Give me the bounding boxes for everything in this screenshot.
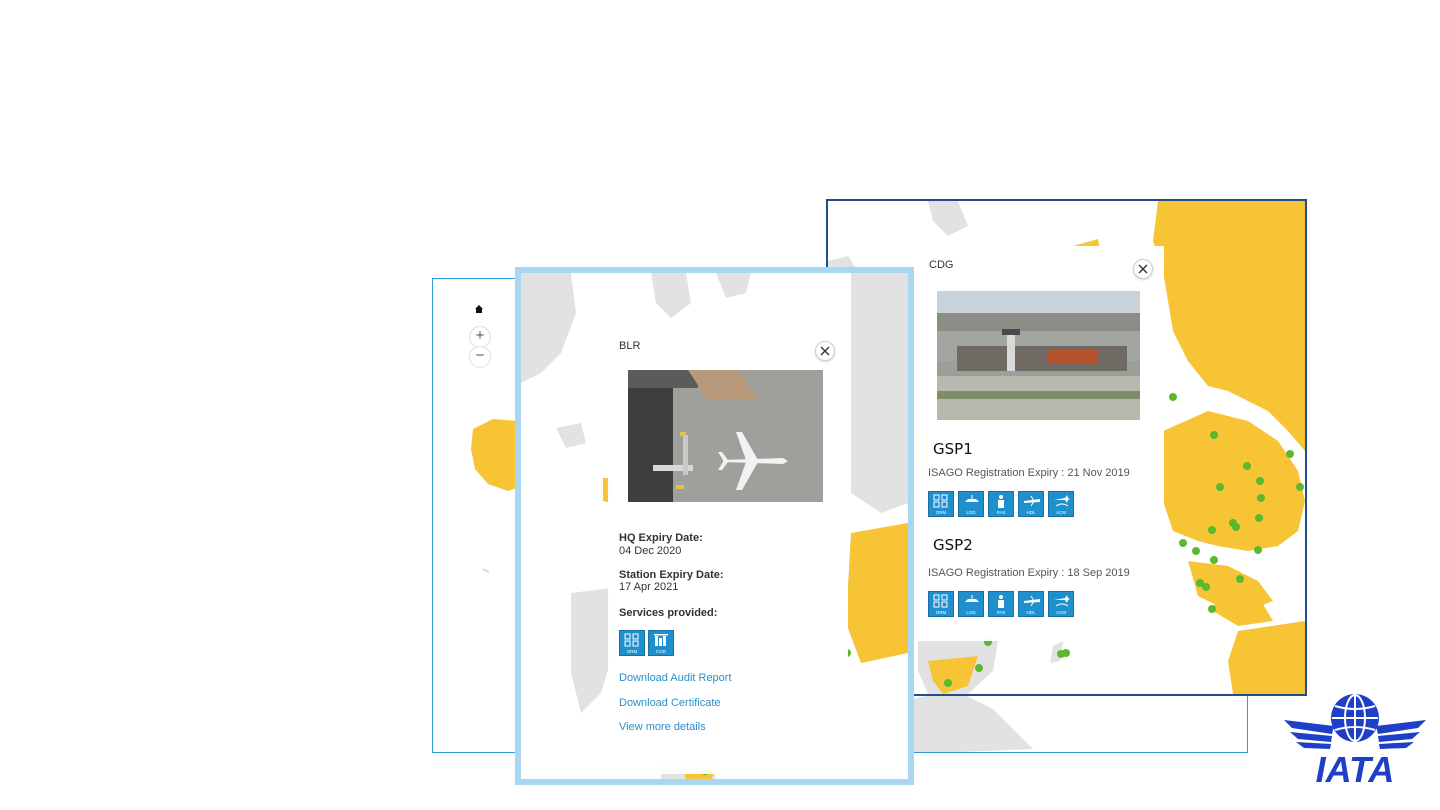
cdg-airport-photo bbox=[937, 291, 1140, 420]
handling-icon bbox=[1024, 595, 1040, 607]
service-label: ORM bbox=[935, 510, 947, 515]
service-orm[interactable]: ORM bbox=[619, 630, 645, 656]
gsp2-name: GSP2 bbox=[933, 536, 973, 554]
home-icon bbox=[475, 305, 483, 313]
service-label: ACM bbox=[1056, 510, 1066, 515]
service-orm[interactable]: ORM bbox=[928, 491, 954, 517]
cdg-close-button[interactable] bbox=[1133, 259, 1153, 279]
home-button[interactable] bbox=[469, 299, 489, 319]
station-expiry-label: Station Expiry Date: bbox=[619, 569, 724, 581]
view-more-details-link[interactable]: View more details bbox=[619, 721, 706, 733]
blr-airport-photo bbox=[628, 370, 823, 502]
close-icon bbox=[820, 346, 830, 356]
orm-icon bbox=[933, 594, 948, 608]
service-label: PAX bbox=[996, 610, 1006, 615]
zoom-out-button[interactable]: − bbox=[469, 346, 491, 368]
service-pax[interactable]: PAX bbox=[988, 591, 1014, 617]
hq-expiry-value: 04 Dec 2020 bbox=[619, 545, 682, 557]
cdg-popup-title: CDG bbox=[929, 259, 954, 271]
services-label: Services provided: bbox=[619, 607, 718, 619]
service-orm[interactable]: ORM bbox=[928, 591, 954, 617]
blr-map-panel[interactable]: BLR HQ Expiry Date: 04 Dec 2020 Station … bbox=[515, 267, 914, 785]
close-icon bbox=[1138, 264, 1148, 274]
zoom-in-button[interactable]: + bbox=[469, 326, 491, 348]
service-lod[interactable]: LOD bbox=[958, 491, 984, 517]
service-acm[interactable]: ACM bbox=[1048, 591, 1074, 617]
hq-expiry-label: HQ Expiry Date: bbox=[619, 532, 703, 544]
service-label: HDL bbox=[1026, 610, 1036, 615]
service-label: CGR bbox=[656, 649, 666, 654]
service-pax[interactable]: PAX bbox=[988, 491, 1014, 517]
service-label: LOD bbox=[966, 510, 976, 515]
passenger-icon bbox=[998, 495, 1004, 508]
loading-icon bbox=[965, 595, 979, 602]
service-label: HDL bbox=[1026, 510, 1036, 515]
iata-logo-text: IATA bbox=[1316, 749, 1395, 790]
aircraft-movement-icon bbox=[1054, 495, 1070, 507]
gsp1-name: GSP1 bbox=[933, 440, 973, 458]
handling-icon bbox=[1024, 495, 1040, 507]
service-hdl[interactable]: HDL bbox=[1018, 591, 1044, 617]
blr-popup-title: BLR bbox=[619, 340, 641, 352]
blr-close-button[interactable] bbox=[815, 341, 835, 361]
download-audit-report-link[interactable]: Download Audit Report bbox=[619, 672, 732, 684]
iata-logo: IATA bbox=[1284, 694, 1426, 790]
station-expiry-value: 17 Apr 2021 bbox=[619, 581, 679, 593]
service-label: ORM bbox=[935, 610, 947, 615]
orm-icon bbox=[624, 633, 639, 647]
loading-icon bbox=[965, 495, 979, 502]
service-label: PAX bbox=[996, 510, 1006, 515]
gsp1-expiry: ISAGO Registration Expiry : 21 Nov 2019 bbox=[928, 467, 1130, 479]
passenger-icon bbox=[998, 595, 1004, 608]
cargo-icon bbox=[654, 634, 668, 646]
service-hdl[interactable]: HDL bbox=[1018, 491, 1044, 517]
download-certificate-link[interactable]: Download Certificate bbox=[619, 697, 721, 709]
gsp2-expiry: ISAGO Registration Expiry : 18 Sep 2019 bbox=[928, 567, 1130, 579]
service-lod[interactable]: LOD bbox=[958, 591, 984, 617]
orm-icon bbox=[933, 494, 948, 508]
service-label: LOD bbox=[966, 610, 976, 615]
service-cgr[interactable]: CGR bbox=[648, 630, 674, 656]
service-label: ACM bbox=[1056, 610, 1066, 615]
aircraft-movement-icon bbox=[1054, 595, 1070, 607]
australia-region bbox=[1228, 621, 1305, 694]
service-acm[interactable]: ACM bbox=[1048, 491, 1074, 517]
service-label: ORM bbox=[626, 649, 638, 654]
